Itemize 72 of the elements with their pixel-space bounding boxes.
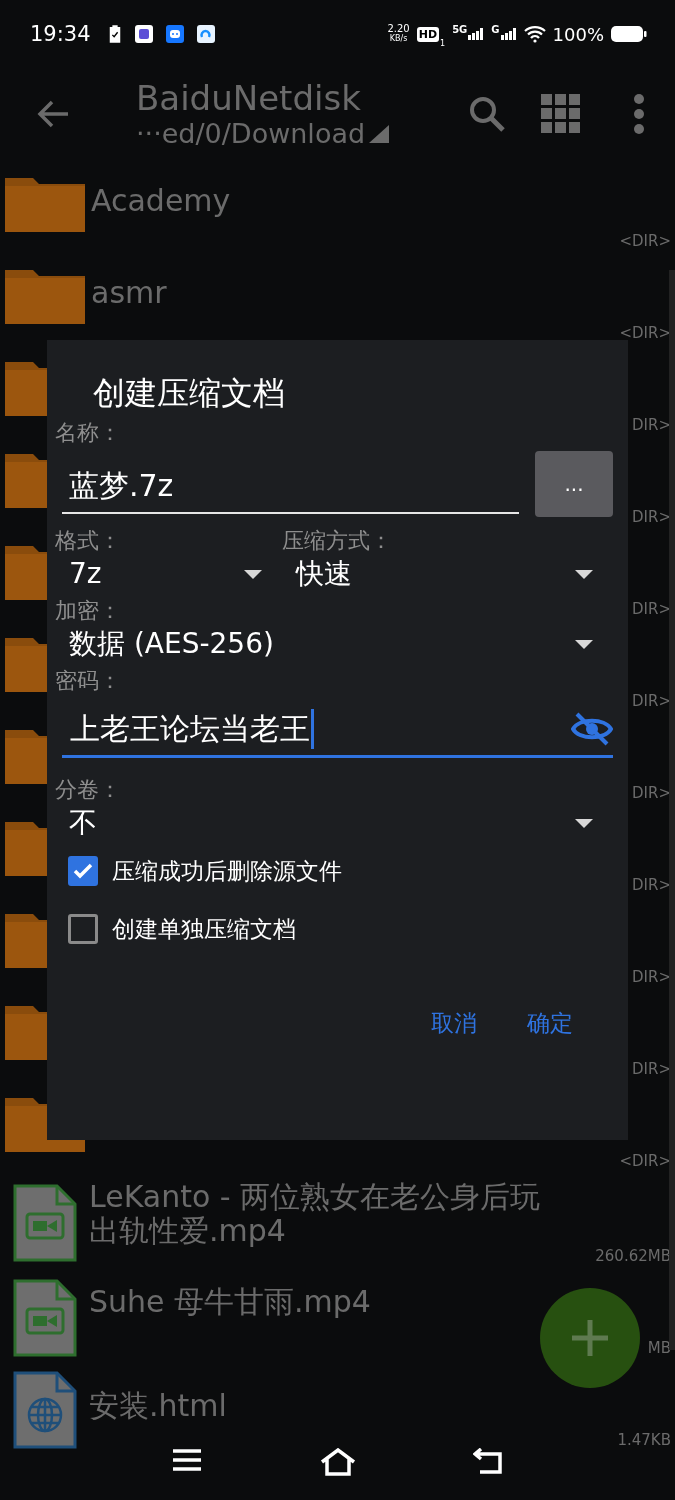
robot-app-icon (165, 25, 184, 43)
more-options-icon[interactable] (633, 94, 645, 134)
network-type: G (491, 23, 500, 35)
file-size: DIR> (632, 968, 671, 986)
folder-path-dropdown[interactable]: ···ed/0/Download (136, 118, 390, 150)
video-file-icon (13, 1279, 77, 1357)
encryption-dropdown[interactable]: 数据 (AES-256) (55, 625, 613, 663)
file-name[interactable]: Academy (91, 184, 231, 218)
cloud-app-icon (196, 25, 215, 43)
file-size: <DIR> (619, 1152, 671, 1170)
network-speed: 2.20 KB/s (387, 24, 410, 44)
return-icon[interactable] (473, 1448, 503, 1474)
battery-icon (611, 25, 647, 43)
file-size: DIR> (632, 876, 671, 894)
password-field[interactable]: 上老王论坛当老王 (62, 703, 613, 758)
file-name[interactable]: Suhe 母牛甘雨.mp4 (89, 1285, 371, 1319)
file-name[interactable]: 安装.html (89, 1389, 227, 1423)
method-dropdown[interactable]: 快速 (282, 555, 613, 593)
hd-indicator: HD (416, 26, 440, 42)
search-icon[interactable] (467, 94, 507, 134)
field-label: 加密： (55, 597, 122, 625)
confirm-button[interactable]: 确定 (527, 1004, 573, 1043)
field-label: 格式： (55, 527, 122, 555)
file-size: DIR> (632, 1060, 671, 1078)
browse-button[interactable]: ... (535, 451, 613, 517)
app-icon (134, 25, 153, 43)
checkbox-label: 创建单独压缩文档 (112, 914, 296, 944)
web-file-icon (13, 1371, 77, 1449)
back-arrow-icon[interactable] (36, 99, 70, 129)
checkbox-label: 压缩成功后删除源文件 (112, 856, 342, 886)
video-file-icon (13, 1184, 77, 1262)
folder-title: BaiduNetdisk (136, 78, 361, 118)
dialog-title: 创建压缩文档 (93, 373, 286, 414)
format-dropdown[interactable]: 7z (55, 555, 282, 593)
field-label: 密码： (55, 667, 122, 695)
plus-icon (570, 1318, 610, 1358)
archive-name-field[interactable]: 蓝梦.7z (62, 454, 519, 514)
grid-view-icon[interactable] (541, 94, 581, 134)
checkbox[interactable] (68, 914, 98, 944)
wifi-icon (523, 25, 546, 43)
hd-sim-number: 1 (440, 39, 446, 48)
file-size: 260.62MB (595, 1247, 671, 1265)
checkbox[interactable] (68, 856, 98, 886)
split-dropdown[interactable]: 不 (55, 804, 613, 842)
menu-icon[interactable] (172, 1448, 202, 1472)
cancel-button[interactable]: 取消 (431, 1004, 477, 1043)
file-size: 1.47KB (617, 1431, 671, 1449)
signal-icon (500, 28, 517, 40)
field-label: 名称： (55, 419, 122, 447)
signal-icon (468, 28, 485, 40)
file-size: <DIR> (619, 232, 671, 250)
caret-icon (244, 569, 262, 579)
field-label: 压缩方式： (282, 527, 393, 555)
field-label: 分卷： (55, 776, 122, 804)
caret-icon (575, 569, 593, 579)
dropdown-triangle-icon (369, 125, 390, 143)
file-size: DIR> (632, 508, 671, 526)
hide-password-icon[interactable] (571, 712, 613, 746)
file-size: <DIR> (619, 324, 671, 342)
file-name[interactable]: asmr (91, 276, 167, 310)
battery-percent: 100% (552, 23, 604, 45)
caret-icon (575, 639, 593, 649)
home-icon[interactable] (319, 1448, 356, 1476)
file-size: DIR> (632, 692, 671, 710)
file-name[interactable]: LeKanto - 两位熟女在老公身后玩出轨性爱.mp4 (89, 1180, 549, 1248)
file-size: DIR> (632, 784, 671, 802)
file-size: MB (647, 1339, 671, 1357)
caret-icon (575, 818, 593, 828)
status-time: 19:34 (30, 22, 91, 46)
network-type: 5G (452, 23, 468, 35)
file-size: DIR> (632, 600, 671, 618)
file-size: DIR> (632, 416, 671, 434)
